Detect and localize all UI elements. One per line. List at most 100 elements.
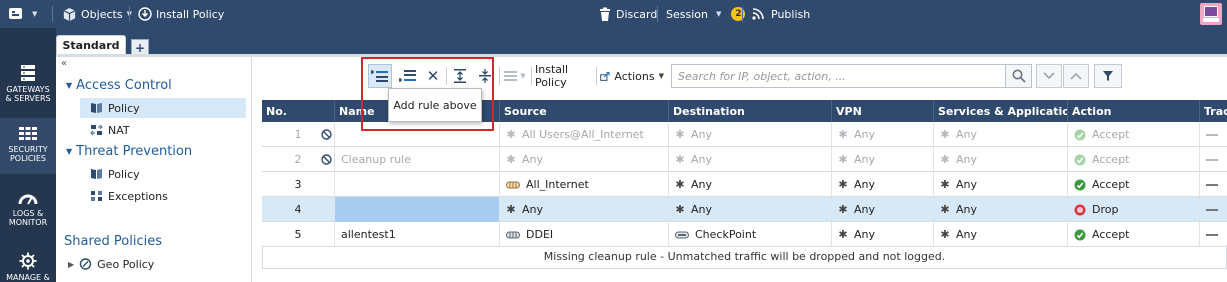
destination-value: Any [691,178,713,191]
rule-name[interactable] [335,172,500,197]
user-menu-button[interactable] [1200,0,1222,28]
rule-name[interactable] [335,197,500,222]
col-header-no[interactable]: No. [262,100,335,122]
search-next-button[interactable] [1036,64,1062,88]
nav-manage-settings[interactable]: MANAGE & [0,252,56,282]
rule-vpn[interactable]: ✱ Any [832,197,934,222]
rule-action[interactable]: Accept [1068,172,1200,197]
tree-threat-prevention[interactable]: ▼ Threat Prevention [66,144,192,159]
tree-item-threat-policy[interactable]: Policy [90,164,140,184]
app-menu-button[interactable]: ▼ [8,0,37,28]
rule-action[interactable]: Drop [1068,197,1200,222]
col-header-action[interactable]: Action [1068,100,1200,122]
disabled-rule-icon [321,129,332,140]
rule-services[interactable]: ✱ Any [934,122,1068,147]
trash-icon [600,7,610,21]
tree-access-control[interactable]: ▼ Access Control [66,78,172,93]
rule-track[interactable] [1200,172,1227,197]
add-tab-button[interactable]: + [131,39,149,55]
search-button[interactable] [1006,64,1032,88]
add-rule-below-button[interactable] [396,64,420,88]
accept-icon [1074,179,1086,190]
rule-name[interactable]: allentest1 [335,222,500,247]
rule-vpn[interactable]: ✱ Any [832,172,934,197]
rule-name[interactable] [335,122,500,147]
search-input[interactable]: Search for IP, object, action, ... [671,64,1006,88]
discard-button[interactable]: Discard [598,0,657,28]
rule-action[interactable]: Accept [1068,222,1200,247]
services-value: Any [956,203,978,216]
rule-action[interactable]: Accept [1068,147,1200,172]
add-rule-above-button[interactable] [368,64,392,88]
rule-action[interactable]: Accept [1068,122,1200,147]
vpn-value: Any [854,203,876,216]
table-row[interactable]: 3 All_Internet ✱ Any ✱ Any ✱ Any Accept [262,172,1227,197]
tree-item-nat[interactable]: NAT [90,120,130,140]
filter-button[interactable] [1094,64,1122,88]
rule-source[interactable]: All_Internet [500,172,669,197]
table-row[interactable]: 5 allentest1 DDEI CheckPoint ✱ Any ✱ Any A… [262,222,1227,247]
col-header-services[interactable]: Services & Applications [934,100,1068,122]
hamburger-icon [504,71,518,81]
rule-destination[interactable]: ✱ Any [669,197,832,222]
collapse-panel-button[interactable]: « [61,58,67,69]
section-menu-button[interactable]: ▼ [503,64,527,88]
rule-track[interactable] [1200,122,1227,147]
left-navigation: GATEWAYS & SERVERS SECURITY POLICIES LOG… [0,28,56,282]
rule-services[interactable]: ✱ Any [934,197,1068,222]
nav-manage-line1: MANAGE & [6,273,50,282]
any-asterisk-icon: ✱ [838,153,848,166]
discard-label: Discard [616,7,658,21]
rule-source[interactable]: ✱ Any [500,147,669,172]
access-control-label: Access Control [76,78,172,93]
objects-menu-button[interactable]: Objects ▼ [62,0,132,28]
network-object-icon [506,231,520,238]
table-row[interactable]: 4 ✱ Any ✱ Any ✱ Any ✱ Any Drop [262,197,1227,222]
nav-logs-monitor[interactable]: LOGS & MONITOR [0,192,56,238]
drop-icon [1074,204,1086,215]
search-previous-button[interactable] [1063,64,1089,88]
col-header-source[interactable]: Source [500,100,669,122]
rule-services[interactable]: ✱ Any [934,222,1068,247]
rule-services[interactable]: ✱ Any [934,147,1068,172]
any-asterisk-icon: ✱ [506,203,516,216]
tree-item-exceptions[interactable]: Exceptions [90,186,168,206]
col-header-vpn[interactable]: VPN [832,100,934,122]
rule-track[interactable] [1200,222,1227,247]
rule-track[interactable] [1200,147,1227,172]
delete-rule-button[interactable]: ✕ [422,64,444,88]
actions-menu-button[interactable]: Actions ▼ [600,64,664,88]
toolbar-install-policy-button[interactable]: Install Policy [535,63,593,89]
rule-destination[interactable]: ✱ Any [669,147,832,172]
session-menu-button[interactable]: Session ▼ 2 [666,0,746,28]
col-header-track[interactable]: Trac [1200,100,1227,122]
rule-vpn[interactable]: ✱ Any [832,222,934,247]
nav-gateways-servers[interactable]: GATEWAYS & SERVERS [0,64,56,112]
publish-button[interactable]: Publish [751,0,810,28]
install-policy-button[interactable]: Install Policy [138,0,224,28]
rule-source[interactable]: DDEI [500,222,669,247]
col-header-destination[interactable]: Destination [669,100,832,122]
tree-item-access-policy[interactable]: Policy [80,98,246,118]
rule-vpn[interactable]: ✱ Any [832,122,934,147]
table-row[interactable]: 2 Cleanup rule ✱ Any ✱ Any ✱ Any ✱ Any Accep… [262,147,1227,172]
rule-destination[interactable]: ✱ Any [669,172,832,197]
rule-source[interactable]: ✱ Any [500,197,669,222]
install-policy-label: Install Policy [156,7,225,21]
any-asterisk-icon: ✱ [675,128,685,141]
rule-services[interactable]: ✱ Any [934,172,1068,197]
destination-value: CheckPoint [695,228,757,241]
rule-name[interactable]: Cleanup rule [335,147,500,172]
collapse-section-button[interactable] [474,64,496,88]
tree-item-geo-policy[interactable]: ▶ Geo Policy [68,254,154,274]
add-section-button[interactable] [449,64,471,88]
nav-security-policies[interactable]: SECURITY POLICIES [0,118,56,174]
rule-track[interactable] [1200,197,1227,222]
tab-standard[interactable]: Standard [56,35,126,55]
rule-vpn[interactable]: ✱ Any [832,147,934,172]
rule-destination[interactable]: CheckPoint [669,222,832,247]
rule-source[interactable]: ✱ All Users@All_Internet [500,122,669,147]
table-row[interactable]: 1 ✱ All Users@All_Internet ✱ Any ✱ Any ✱ Any… [262,122,1227,147]
rule-destination[interactable]: ✱ Any [669,122,832,147]
exceptions-icon [91,191,102,201]
